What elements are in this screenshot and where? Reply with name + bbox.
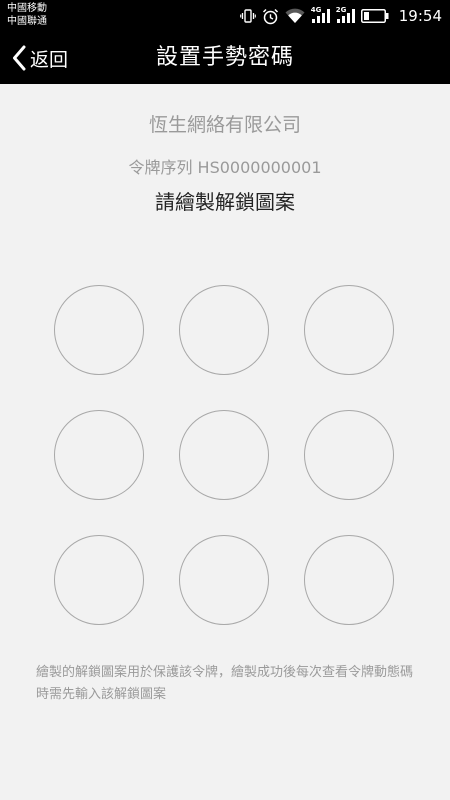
pattern-dot-1[interactable] <box>54 285 144 375</box>
pattern-dot-2[interactable] <box>179 285 269 375</box>
status-icons: 4G 2G 19:54 <box>239 0 442 32</box>
wifi-icon <box>285 8 305 23</box>
pattern-dot-9[interactable] <box>304 535 394 625</box>
pattern-dot-5[interactable] <box>179 410 269 500</box>
carrier-1: 中國移動 <box>7 3 47 14</box>
gesture-password-screen: 中國移動 中國聯通 4G 2G 19:54 設置手勢密碼 返回 恆生網絡有限公司… <box>0 0 450 800</box>
carrier-info: 中國移動 中國聯通 <box>7 2 47 28</box>
pattern-dot-8[interactable] <box>179 535 269 625</box>
battery-icon <box>360 9 389 23</box>
back-button[interactable]: 返回 <box>12 32 68 84</box>
alarm-icon <box>262 8 278 24</box>
pattern-dot-4[interactable] <box>54 410 144 500</box>
company-name: 恆生網絡有限公司 <box>148 114 301 136</box>
back-label: 返回 <box>30 48 69 71</box>
chevron-left-icon <box>13 45 26 71</box>
vibrate-icon <box>239 9 256 23</box>
token-serial: 令牌序列 HS0000000001 <box>128 158 322 177</box>
carrier-2: 中國聯通 <box>7 16 47 27</box>
pattern-dot-7[interactable] <box>54 535 144 625</box>
status-bar: 中國移動 中國聯通 4G 2G 19:54 <box>0 0 450 32</box>
pattern-dot-6[interactable] <box>304 410 394 500</box>
network-1-label: 4G <box>310 6 322 14</box>
pattern-lock-grid[interactable] <box>54 285 397 628</box>
title-bar: 設置手勢密碼 返回 <box>0 32 450 84</box>
instruction-text: 請繪製解鎖圖案 <box>155 190 295 214</box>
signal-4g-icon: 4G <box>310 6 330 24</box>
hint-text: 繪製的解鎖圖案用於保護該令牌，繪製成功後每次查看令牌動態碼時需先輸入該解鎖圖案 <box>36 665 414 702</box>
network-2-label: 2G <box>335 6 347 14</box>
pattern-dot-3[interactable] <box>304 285 394 375</box>
signal-2g-icon: 2G <box>335 6 355 24</box>
status-time: 19:54 <box>398 7 442 25</box>
